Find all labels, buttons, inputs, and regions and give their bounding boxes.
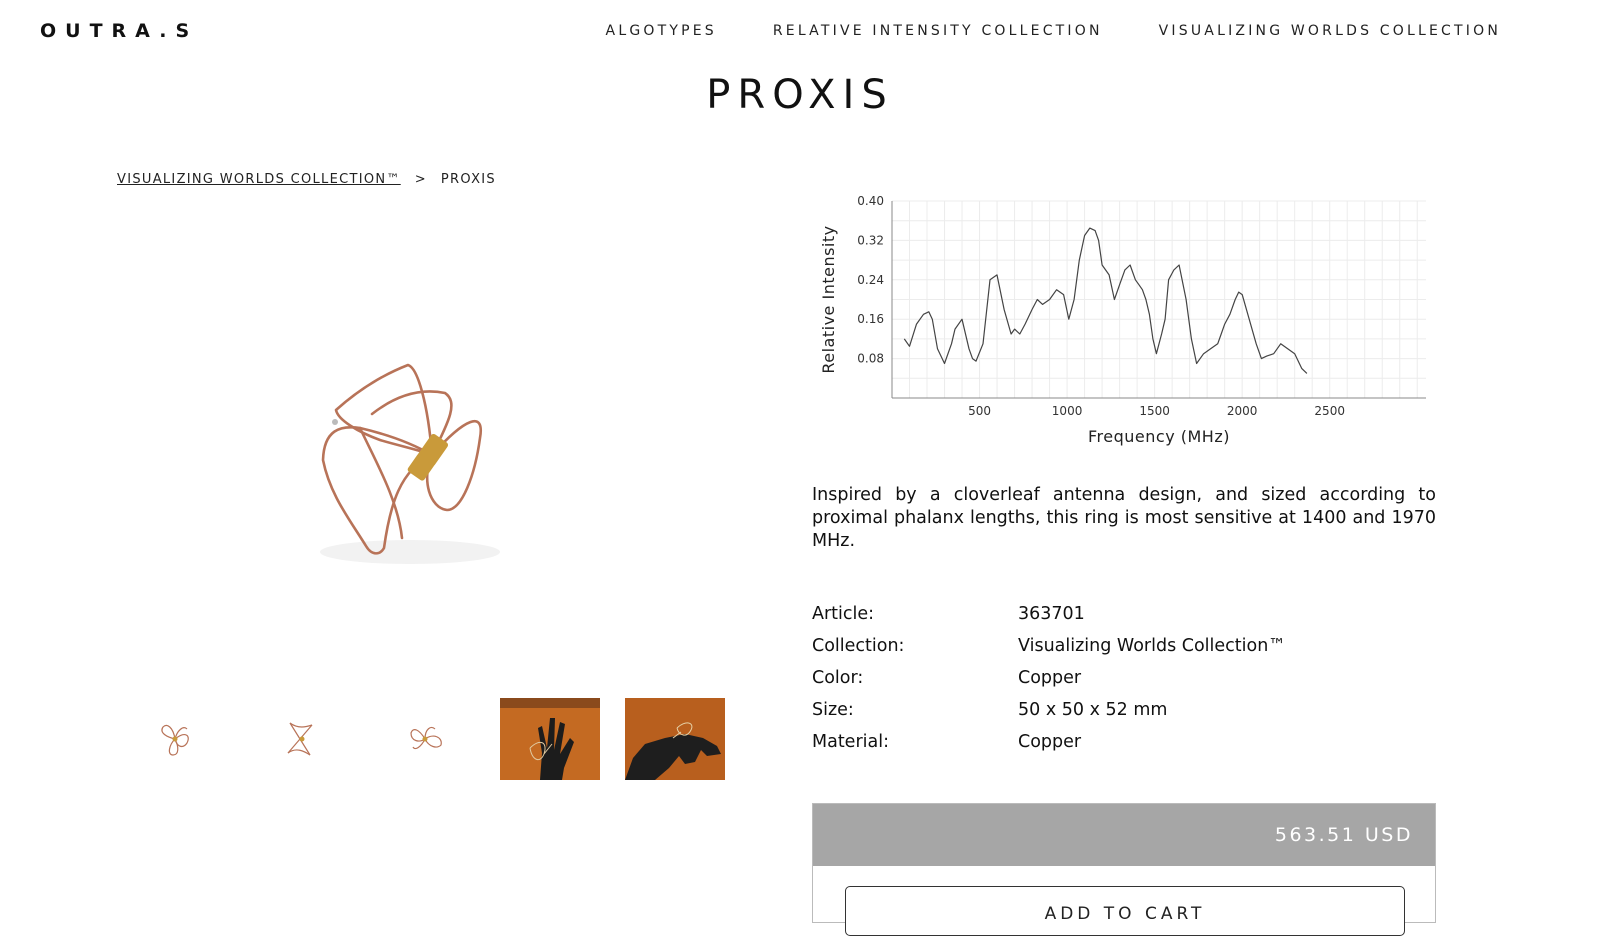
chart-y-tick-label: 0.32 [857,233,884,247]
chart-y-tick-label: 0.16 [857,312,884,326]
product-description: Inspired by a cloverleaf antenna design,… [812,485,1436,551]
spec-row-color: Color: Copper [812,662,1286,694]
thumbnail-ring-icon [410,726,442,750]
spec-value: 50 x 50 x 52 mm [1018,700,1168,720]
thumbnail-strip [125,698,725,780]
spec-row-article: Article: 363701 [812,598,1286,630]
main-nav: ALGOTYPES RELATIVE INTENSITY COLLECTION … [606,23,1501,39]
chart-x-tick-label: 500 [968,404,991,418]
thumbnail-ring-icon [161,724,189,756]
thumbnail-3[interactable] [375,698,475,780]
chart-x-tick-label: 2000 [1227,404,1258,418]
spec-value: 363701 [1018,604,1085,624]
thumbnail-ring-icon [287,722,313,756]
breadcrumb-separator: > [414,172,427,187]
spec-label: Color: [812,668,864,688]
chart-y-tick-label: 0.24 [857,273,884,287]
spec-label: Material: [812,732,889,752]
page-title: PROXIS [706,72,894,118]
breadcrumb: VISUALIZING WORLDS COLLECTION™ > PROXIS [117,172,496,187]
price-bar: 563.51 USD [813,804,1435,866]
spec-row-material: Material: Copper [812,726,1286,758]
chart-y-tick-label: 0.40 [857,194,884,208]
thumbnail-5[interactable] [625,698,725,780]
thumbnail-hand-photo [500,698,600,780]
chart-series-line [903,227,1308,374]
breadcrumb-current: PROXIS [440,172,496,187]
chart-y-tick-label: 0.08 [857,352,884,366]
spec-value: Copper [1018,668,1082,688]
spec-label: Article: [812,604,875,624]
spec-row-collection: Collection: Visualizing Worlds Collectio… [812,630,1286,662]
spec-label: Collection: [812,636,905,656]
spec-label: Size: [812,700,854,720]
product-main-image[interactable] [140,310,730,610]
price: 563.51 USD [1274,824,1413,846]
nav-algotypes[interactable]: ALGOTYPES [606,23,717,39]
thumbnail-1[interactable] [125,698,225,780]
intensity-chart: 0.08 0.16 0.24 0.32 0.40 500 1000 1500 2000 2500 F… [812,193,1432,453]
logo[interactable]: OUTRA.S [40,20,198,42]
nav-relative-intensity-collection[interactable]: RELATIVE INTENSITY COLLECTION [773,23,1103,39]
chart-x-tick-label: 1500 [1139,404,1170,418]
breadcrumb-link-collection[interactable]: VISUALIZING WORLDS COLLECTION™ [117,172,401,187]
purchase-box: 563.51 USD ADD TO CART [812,803,1436,936]
chart-x-tick-label: 2500 [1314,404,1345,418]
chart-x-tick-label: 1000 [1052,404,1083,418]
thumbnail-hand-photo [625,698,725,780]
product-specs: Article: 363701 Collection: Visualizing … [812,598,1286,758]
nav-visualizing-worlds-collection[interactable]: VISUALIZING WORLDS COLLECTION [1159,23,1501,39]
chart-x-axis-label: Frequency (MHz) [1088,427,1230,446]
cloverleaf-ring-image [320,363,500,564]
spec-value: Copper [1018,732,1082,752]
chart-svg: 0.08 0.16 0.24 0.32 0.40 500 1000 1500 2000 2500 F… [819,194,1426,446]
spec-value: Visualizing Worlds Collection™ [1018,636,1286,656]
thumbnail-2[interactable] [250,698,350,780]
add-to-cart-button[interactable]: ADD TO CART [845,886,1405,936]
chart-y-axis-label: Relative Intensity [819,225,838,373]
thumbnail-4[interactable] [500,698,600,780]
spec-row-size: Size: 50 x 50 x 52 mm [812,694,1286,726]
